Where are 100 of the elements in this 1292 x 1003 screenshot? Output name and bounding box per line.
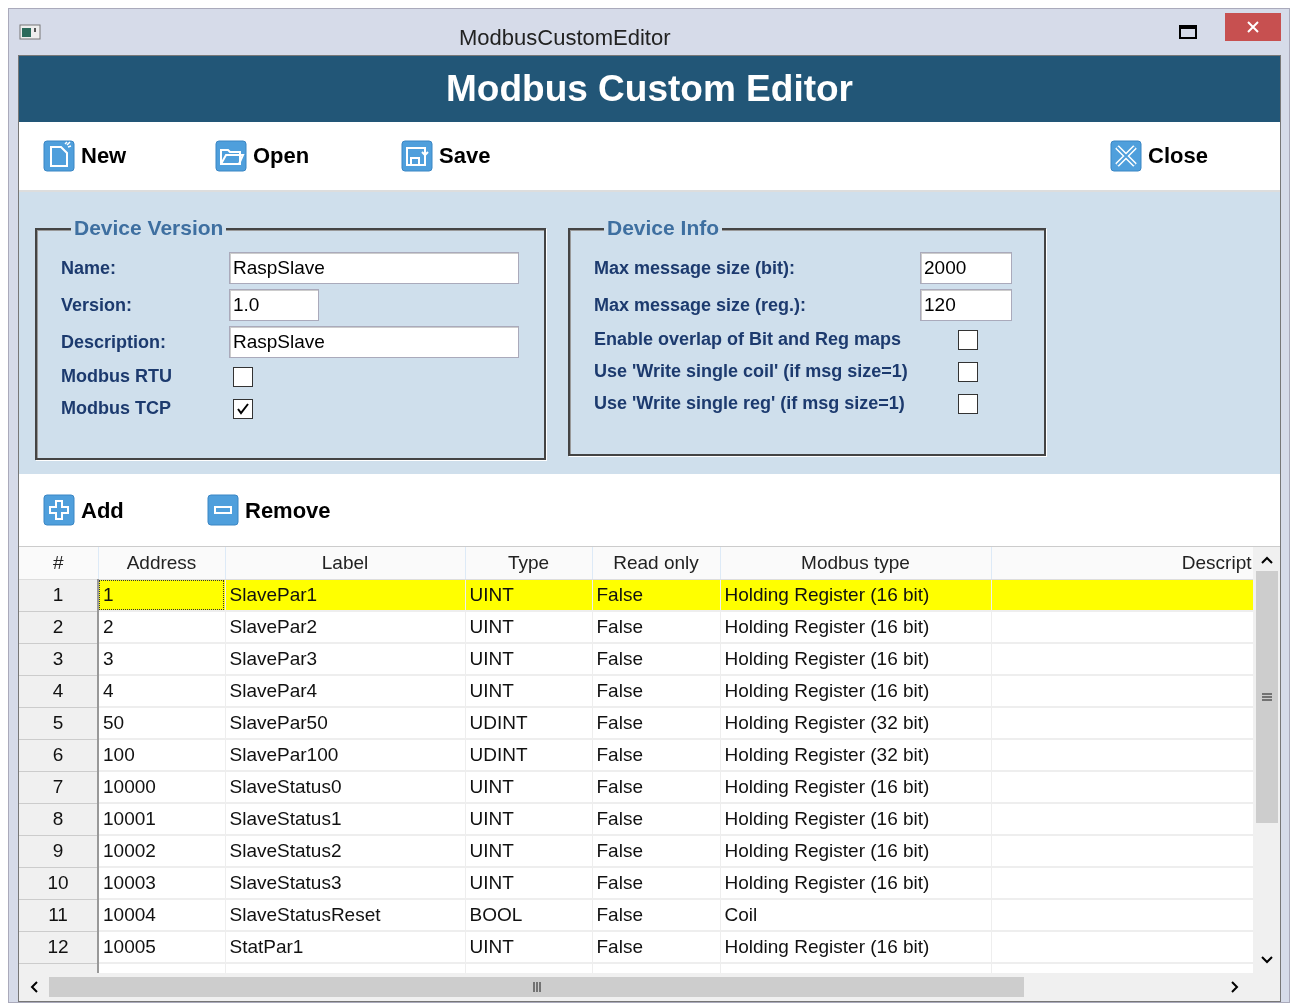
table-cell: 10004 bbox=[98, 899, 225, 931]
table-cell: 10000 bbox=[98, 771, 225, 803]
field-label: Enable overlap of Bit and Reg maps bbox=[594, 328, 903, 352]
table-cell: Holding Register (16 bit) bbox=[720, 579, 991, 611]
checkbox[interactable] bbox=[958, 329, 978, 350]
table-cell: False bbox=[592, 643, 720, 675]
scroll-up-icon[interactable] bbox=[1259, 555, 1274, 565]
table-cell: UINT bbox=[465, 867, 592, 899]
table-cell: UINT bbox=[465, 931, 592, 963]
maximize-icon[interactable] bbox=[1179, 25, 1197, 39]
table-cell: 3 bbox=[98, 643, 225, 675]
column-header[interactable]: # bbox=[19, 547, 98, 579]
table-cell: False bbox=[592, 803, 720, 835]
table-cell: 10005 bbox=[98, 931, 225, 963]
table-cell: Holding Register (16 bit) bbox=[720, 867, 991, 899]
grip-icon bbox=[1261, 693, 1272, 701]
table-cell: Holding Register (16 bit) bbox=[720, 803, 991, 835]
open-button[interactable]: Open bbox=[215, 139, 397, 173]
table-cell: Holding Register (16 bit) bbox=[720, 931, 991, 963]
input-field[interactable]: 2000 bbox=[920, 252, 1012, 285]
row-header[interactable]: 6 bbox=[19, 739, 98, 771]
horizontal-scrollbar[interactable] bbox=[19, 973, 1280, 1001]
field-label: Max message size (reg.): bbox=[594, 293, 808, 317]
column-header[interactable]: Address bbox=[98, 547, 225, 579]
column-header[interactable]: Type bbox=[465, 547, 592, 579]
table-cell: UINT bbox=[465, 803, 592, 835]
table-cell: UINT bbox=[465, 771, 592, 803]
row-header[interactable]: 9 bbox=[19, 835, 98, 867]
table-cell: UINT bbox=[465, 643, 592, 675]
checkbox[interactable] bbox=[233, 398, 253, 419]
table-cell: False bbox=[592, 675, 720, 707]
table-cell: UINT bbox=[465, 675, 592, 707]
table-cell: False bbox=[592, 707, 720, 739]
table-cell: False bbox=[592, 867, 720, 899]
remove-button[interactable]: Remove bbox=[207, 493, 331, 527]
new-button[interactable]: New bbox=[43, 139, 211, 173]
window-title: ModbusCustomEditor bbox=[459, 23, 671, 52]
column-header[interactable]: Label bbox=[225, 547, 465, 579]
table-cell: SlaveStatus3 bbox=[225, 867, 465, 899]
table-cell: 100 bbox=[98, 739, 225, 771]
scroll-down-icon[interactable] bbox=[1259, 955, 1274, 965]
row-header[interactable]: 2 bbox=[19, 611, 98, 643]
column-header[interactable]: Modbus type bbox=[720, 547, 991, 579]
table-cell: UDINT bbox=[465, 739, 592, 771]
row-header[interactable]: 3 bbox=[19, 643, 98, 675]
app-icon bbox=[19, 23, 41, 41]
column-header[interactable]: Descript bbox=[991, 547, 1254, 579]
table-cell: False bbox=[592, 931, 720, 963]
table-cell: False bbox=[592, 579, 720, 611]
table-cell: Holding Register (16 bit) bbox=[720, 675, 991, 707]
scroll-left-icon[interactable] bbox=[29, 980, 39, 994]
table-cell: UINT bbox=[465, 835, 592, 867]
save-button[interactable]: Save bbox=[401, 139, 491, 173]
row-header[interactable]: 4 bbox=[19, 675, 98, 707]
table-cell: Holding Register (16 bit) bbox=[720, 771, 991, 803]
input-field[interactable]: 120 bbox=[920, 289, 1012, 322]
field-label: Modbus RTU bbox=[61, 365, 173, 389]
row-header[interactable]: 11 bbox=[19, 899, 98, 931]
table-cell: Holding Register (16 bit) bbox=[720, 611, 991, 643]
table-cell: UINT bbox=[465, 611, 592, 643]
scrollbar-thumb[interactable] bbox=[49, 977, 1024, 997]
table-cell: SlavePar100 bbox=[225, 739, 465, 771]
table-cell: UDINT bbox=[465, 707, 592, 739]
field-label: Description: bbox=[61, 330, 167, 354]
header-title: Modbus Custom Editor bbox=[446, 67, 853, 112]
table-cell: Holding Register (16 bit) bbox=[720, 835, 991, 867]
grip-icon bbox=[532, 982, 541, 992]
checkbox[interactable] bbox=[233, 366, 253, 387]
row-header[interactable]: 8 bbox=[19, 803, 98, 835]
table-cell: 10002 bbox=[98, 835, 225, 867]
window-close-button[interactable] bbox=[1225, 13, 1281, 41]
table-cell: SlaveStatusReset bbox=[225, 899, 465, 931]
vertical-scrollbar[interactable] bbox=[1253, 547, 1280, 973]
input-field[interactable]: 1.0 bbox=[229, 289, 319, 322]
plus-icon bbox=[43, 494, 75, 527]
add-button[interactable]: Add bbox=[43, 493, 207, 527]
close-icon bbox=[1246, 20, 1260, 34]
table-cell: 1 bbox=[98, 579, 225, 611]
close-icon bbox=[1110, 139, 1143, 172]
row-header[interactable]: 12 bbox=[19, 931, 98, 963]
row-header[interactable]: 10 bbox=[19, 867, 98, 899]
scroll-right-icon[interactable] bbox=[1230, 980, 1240, 994]
table-cell: SlavePar4 bbox=[225, 675, 465, 707]
checkbox[interactable] bbox=[958, 361, 978, 382]
row-header[interactable]: 1 bbox=[19, 579, 98, 611]
save-icon bbox=[401, 139, 433, 172]
column-header[interactable]: Read only bbox=[592, 547, 720, 579]
row-header[interactable]: 5 bbox=[19, 707, 98, 739]
scrollbar-thumb[interactable] bbox=[1255, 571, 1278, 823]
table-cell: SlavePar1 bbox=[225, 579, 465, 611]
table-cell: False bbox=[592, 899, 720, 931]
input-field[interactable]: RaspSlave bbox=[229, 252, 519, 285]
close-button[interactable]: Close bbox=[1110, 139, 1208, 173]
input-field[interactable]: RaspSlave bbox=[229, 326, 519, 359]
table-cell: SlavePar3 bbox=[225, 643, 465, 675]
document-icon bbox=[43, 139, 75, 172]
row-header[interactable]: 7 bbox=[19, 771, 98, 803]
table-cell: 50 bbox=[98, 707, 225, 739]
table-cell: BOOL bbox=[465, 899, 592, 931]
checkbox[interactable] bbox=[958, 393, 978, 414]
